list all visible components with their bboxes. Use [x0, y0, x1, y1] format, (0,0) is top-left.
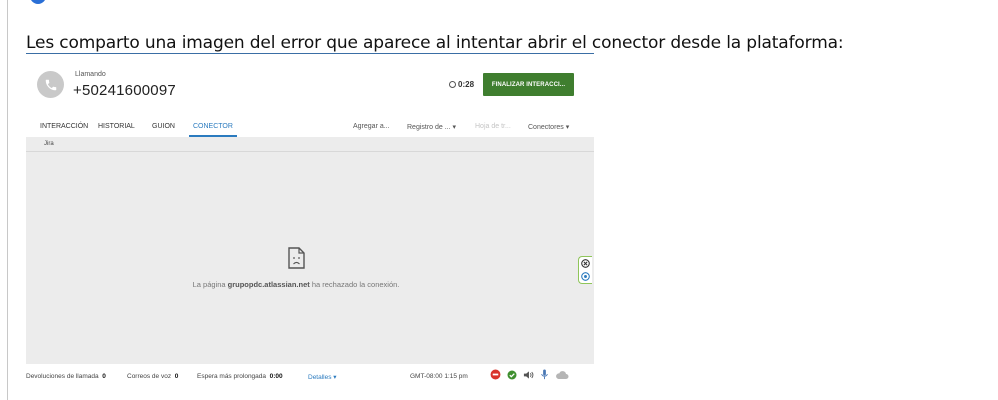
- close-circle-icon[interactable]: [581, 259, 590, 268]
- call-status: Llamando: [75, 71, 106, 78]
- tab-interaccion[interactable]: INTERACCIÓN: [40, 123, 88, 130]
- status-check-icon[interactable]: [507, 370, 517, 380]
- callbacks-label: Devoluciones de llamada: [26, 373, 99, 380]
- callbacks-counter: Devoluciones de llamada 0: [26, 373, 106, 380]
- phone-icon: [37, 71, 64, 98]
- document-top-icon: [30, 0, 46, 4]
- document-underline: [26, 53, 594, 54]
- timezone-clock: GMT-08:00 1:15 pm: [410, 373, 468, 380]
- cloud-icon[interactable]: [555, 370, 569, 380]
- subtab-jira[interactable]: Jira: [44, 141, 54, 147]
- embedded-screenshot: Llamando +50241600097 0:28 FINALIZAR INT…: [26, 57, 594, 387]
- voicemail-label: Correos de voz: [127, 373, 172, 380]
- status-bar: Devoluciones de llamada 0 Correos de voz…: [26, 364, 594, 387]
- registry-dropdown[interactable]: Registro de ... ▾: [407, 123, 456, 131]
- document-left-rule: [7, 0, 8, 400]
- document-paragraph: Les comparto una imagen del error que ap…: [26, 33, 844, 53]
- connector-pane: Jira La página grupopdc.atlassian.net ha…: [26, 137, 594, 364]
- tab-guion[interactable]: GUION: [152, 123, 175, 130]
- voicemail-value: 0: [174, 373, 179, 380]
- call-number: +50241600097: [73, 82, 176, 99]
- finalize-interaction-button[interactable]: FINALIZAR INTERACCI...: [483, 73, 574, 96]
- sad-document-icon: [288, 247, 305, 269]
- clock-icon: [449, 81, 456, 88]
- longest-wait-label: Espera más prolongada: [197, 373, 267, 380]
- callbacks-value: 0: [102, 373, 106, 380]
- add-to-button[interactable]: Agregar a...: [353, 123, 390, 130]
- voicemail-counter: Correos de voz 0: [127, 373, 178, 380]
- connector-subtab-bar: Jira: [26, 137, 594, 152]
- error-suffix: ha rechazado la conexión.: [309, 280, 400, 289]
- worksheet-button[interactable]: Hoja de tr...: [475, 123, 511, 130]
- microphone-icon[interactable]: [540, 369, 549, 380]
- connection-refused-message: La página grupopdc.atlassian.net ha rech…: [26, 280, 566, 289]
- error-prefix: La página: [192, 280, 228, 289]
- call-timer: 0:28: [449, 80, 474, 89]
- settings-circle-icon[interactable]: [581, 272, 590, 281]
- tab-conector[interactable]: CONECTOR: [193, 123, 233, 130]
- tab-historial[interactable]: HISTORIAL: [98, 123, 135, 130]
- status-icons: [490, 369, 569, 380]
- side-widget[interactable]: [578, 256, 592, 284]
- speaker-icon[interactable]: [523, 370, 534, 380]
- timer-value: 0:28: [458, 80, 475, 89]
- details-dropdown[interactable]: Detalles ▾: [308, 373, 337, 381]
- longest-wait-value: 0:00: [269, 373, 283, 380]
- status-offline-icon[interactable]: [490, 369, 501, 380]
- error-domain: grupopdc.atlassian.net: [227, 280, 310, 289]
- connectors-dropdown[interactable]: Conectores ▾: [528, 123, 569, 131]
- longest-wait-counter: Espera más prolongada 0:00: [197, 373, 283, 380]
